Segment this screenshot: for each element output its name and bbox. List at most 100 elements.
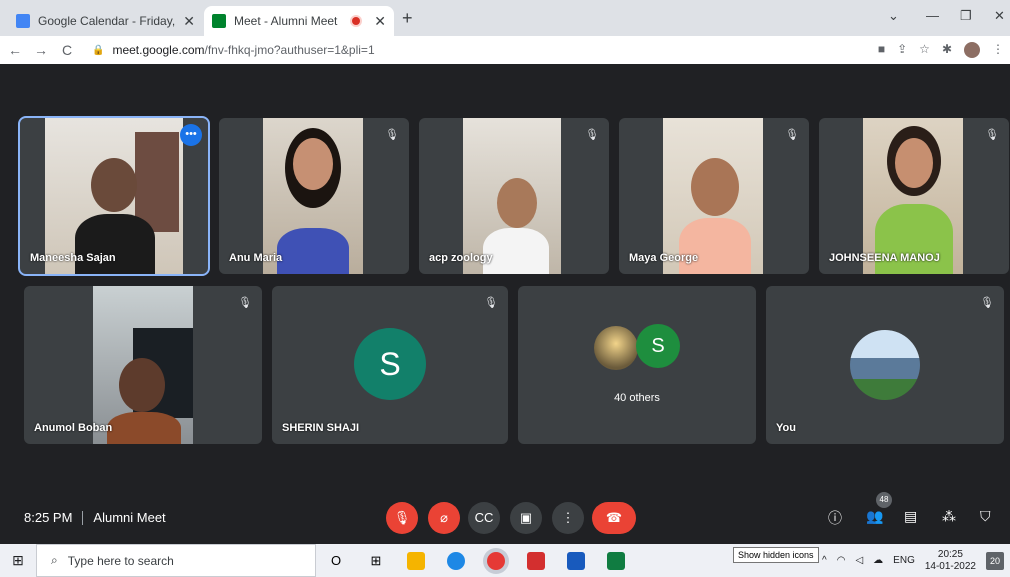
extensions-icon[interactable]: ✱ (942, 42, 952, 58)
participant-video (93, 286, 193, 444)
taskbar-search-input[interactable]: ⌕ Type here to search (36, 544, 316, 577)
participant-avatar (594, 326, 638, 370)
muted-mic-icon: 🎙 (985, 129, 999, 141)
participant-tile[interactable]: 🎙 Anu Maria (219, 118, 409, 274)
wifi-icon[interactable]: ◠ (837, 555, 846, 566)
acrobat-icon[interactable] (527, 551, 545, 570)
clock[interactable]: 20:25 14-01-2022 (925, 549, 976, 573)
participant-name: Anu Maria (229, 252, 283, 264)
participant-avatar: S (636, 324, 680, 368)
calendar-icon (16, 14, 30, 28)
search-icon: ⌕ (51, 553, 58, 567)
meeting-details-icon[interactable]: ⓘ (828, 508, 842, 528)
address-bar-row: ← → C 🔒 meet.google.com /fnv-fhkq-jmo?au… (0, 36, 1010, 64)
show-hidden-icons-icon[interactable]: ^ (822, 555, 827, 566)
task-view-icon[interactable]: ⊞ (356, 553, 396, 569)
close-tab-icon[interactable]: ✕ (374, 13, 386, 30)
participant-count-badge: 48 (876, 492, 892, 508)
participant-video (45, 118, 183, 274)
muted-mic-icon: 🎙 (484, 297, 498, 309)
close-tab-icon[interactable]: ✕ (183, 13, 195, 30)
close-window-button[interactable]: ✕ (994, 8, 1005, 24)
participant-video (463, 118, 561, 274)
meeting-title: Alumni Meet (93, 510, 166, 525)
camera-icon[interactable]: ■ (878, 42, 885, 58)
muted-mic-icon: 🎙 (785, 129, 799, 141)
share-icon[interactable]: ⇪ (897, 42, 907, 58)
tab-search-icon[interactable]: ⌄ (888, 8, 899, 24)
chrome-icon[interactable] (487, 551, 505, 570)
volume-icon[interactable]: ◁ (855, 555, 863, 566)
url-field[interactable]: 🔒 meet.google.com /fnv-fhkq-jmo?authuser… (92, 43, 375, 57)
maximize-button[interactable]: ❐ (960, 8, 972, 24)
muted-mic-icon: 🎙 (238, 297, 252, 309)
muted-mic-icon: 🎙 (385, 129, 399, 141)
divider (82, 510, 84, 525)
activities-icon[interactable]: ⁂ (942, 508, 956, 525)
participant-tile[interactable]: 🎙 JOHNSEENA MANOJ (819, 118, 1009, 274)
self-tile[interactable]: 🎙 You (766, 286, 1004, 444)
participant-tile[interactable]: 🎙 Maya George (619, 118, 809, 274)
participant-tile[interactable]: S 🎙 SHERIN SHAJI (272, 286, 508, 444)
more-options-button[interactable]: ⋮ (552, 502, 584, 534)
participant-video (663, 118, 763, 274)
host-controls-icon[interactable]: ⛉ (980, 508, 991, 525)
present-button[interactable]: ▣ (510, 502, 542, 534)
muted-mic-icon: 🎙 (585, 129, 599, 141)
recording-indicator-icon (352, 17, 361, 25)
participant-name: Anumol Boban (34, 422, 113, 434)
clock-date: 14-01-2022 (924, 560, 976, 572)
self-avatar (850, 330, 920, 400)
tab-title: Google Calendar - Friday, Januar (38, 14, 177, 28)
windows-taskbar: ⊞ ⌕ Type here to search O ⊞ ^ ◠ ◁ ☁ ENG … (0, 544, 1010, 577)
windows-start-icon[interactable]: ⊞ (0, 552, 36, 569)
meeting-time: 8:25 PM (24, 510, 73, 525)
bookmark-star-icon[interactable]: ☆ (919, 42, 930, 58)
participant-tile[interactable]: 🎙 Anumol Boban (24, 286, 262, 444)
participant-video (863, 118, 963, 274)
participant-name: Maya George (629, 252, 699, 264)
camera-off-button[interactable]: ⌀ (428, 502, 460, 534)
participant-name: acp zoology (429, 252, 493, 264)
participant-video (263, 118, 363, 274)
onedrive-icon[interactable]: ☁ (873, 555, 883, 566)
notification-center-icon[interactable]: 20 (986, 551, 1004, 570)
word-icon[interactable] (567, 551, 585, 570)
participant-tile[interactable]: 🎙 acp zoology (419, 118, 609, 274)
edge-icon[interactable] (447, 551, 465, 570)
others-tile[interactable]: S 40 others (518, 286, 756, 444)
cortana-icon[interactable]: O (316, 553, 356, 568)
back-button[interactable]: ← (4, 42, 26, 58)
captions-button[interactable]: CC (468, 502, 500, 534)
chat-icon[interactable]: ▤ (904, 508, 917, 525)
minimize-button[interactable]: — (926, 8, 939, 23)
participant-tile[interactable]: ••• Maneesha Sajan (18, 116, 210, 276)
others-count-label: 40 others (614, 392, 660, 404)
mic-off-button[interactable]: 🎙 (386, 502, 418, 534)
participant-avatar: S (354, 328, 426, 400)
participant-name: SHERIN SHAJI (282, 422, 360, 434)
meet-icon (212, 14, 226, 28)
url-host: meet.google.com (112, 43, 205, 57)
meeting-info: 8:25 PM Alumni Meet (24, 510, 166, 525)
clock-time: 20:25 (937, 548, 963, 560)
search-placeholder: Type here to search (67, 553, 174, 568)
tab-title: Meet - Alumni Meet (234, 14, 338, 28)
system-tray: ^ ◠ ◁ ☁ ENG 20:25 14-01-2022 20 (822, 544, 1004, 577)
meet-control-bar: 8:25 PM Alumni Meet 🎙 ⌀ CC ▣ ⋮ ☎ ⓘ 👥 48 … (0, 492, 1010, 540)
profile-avatar[interactable] (964, 42, 980, 58)
participant-name: You (776, 422, 796, 434)
file-explorer-icon[interactable] (407, 551, 425, 570)
language-indicator[interactable]: ENG (893, 555, 915, 566)
new-tab-button[interactable]: + (402, 8, 413, 29)
browser-tab-strip: Google Calendar - Friday, Januar ✕ Meet … (0, 0, 1010, 36)
reload-button[interactable]: C (56, 42, 78, 58)
forward-button[interactable]: → (30, 42, 52, 58)
people-icon[interactable]: 👥 (866, 508, 883, 525)
excel-icon[interactable] (607, 551, 625, 570)
browser-menu-icon[interactable]: ⋮ (992, 42, 1004, 58)
more-options-icon[interactable]: ••• (180, 124, 202, 146)
leave-call-button[interactable]: ☎ (592, 502, 636, 534)
tab-google-calendar[interactable]: Google Calendar - Friday, Januar ✕ (8, 6, 203, 36)
tab-meet[interactable]: Meet - Alumni Meet ✕ (204, 6, 394, 36)
